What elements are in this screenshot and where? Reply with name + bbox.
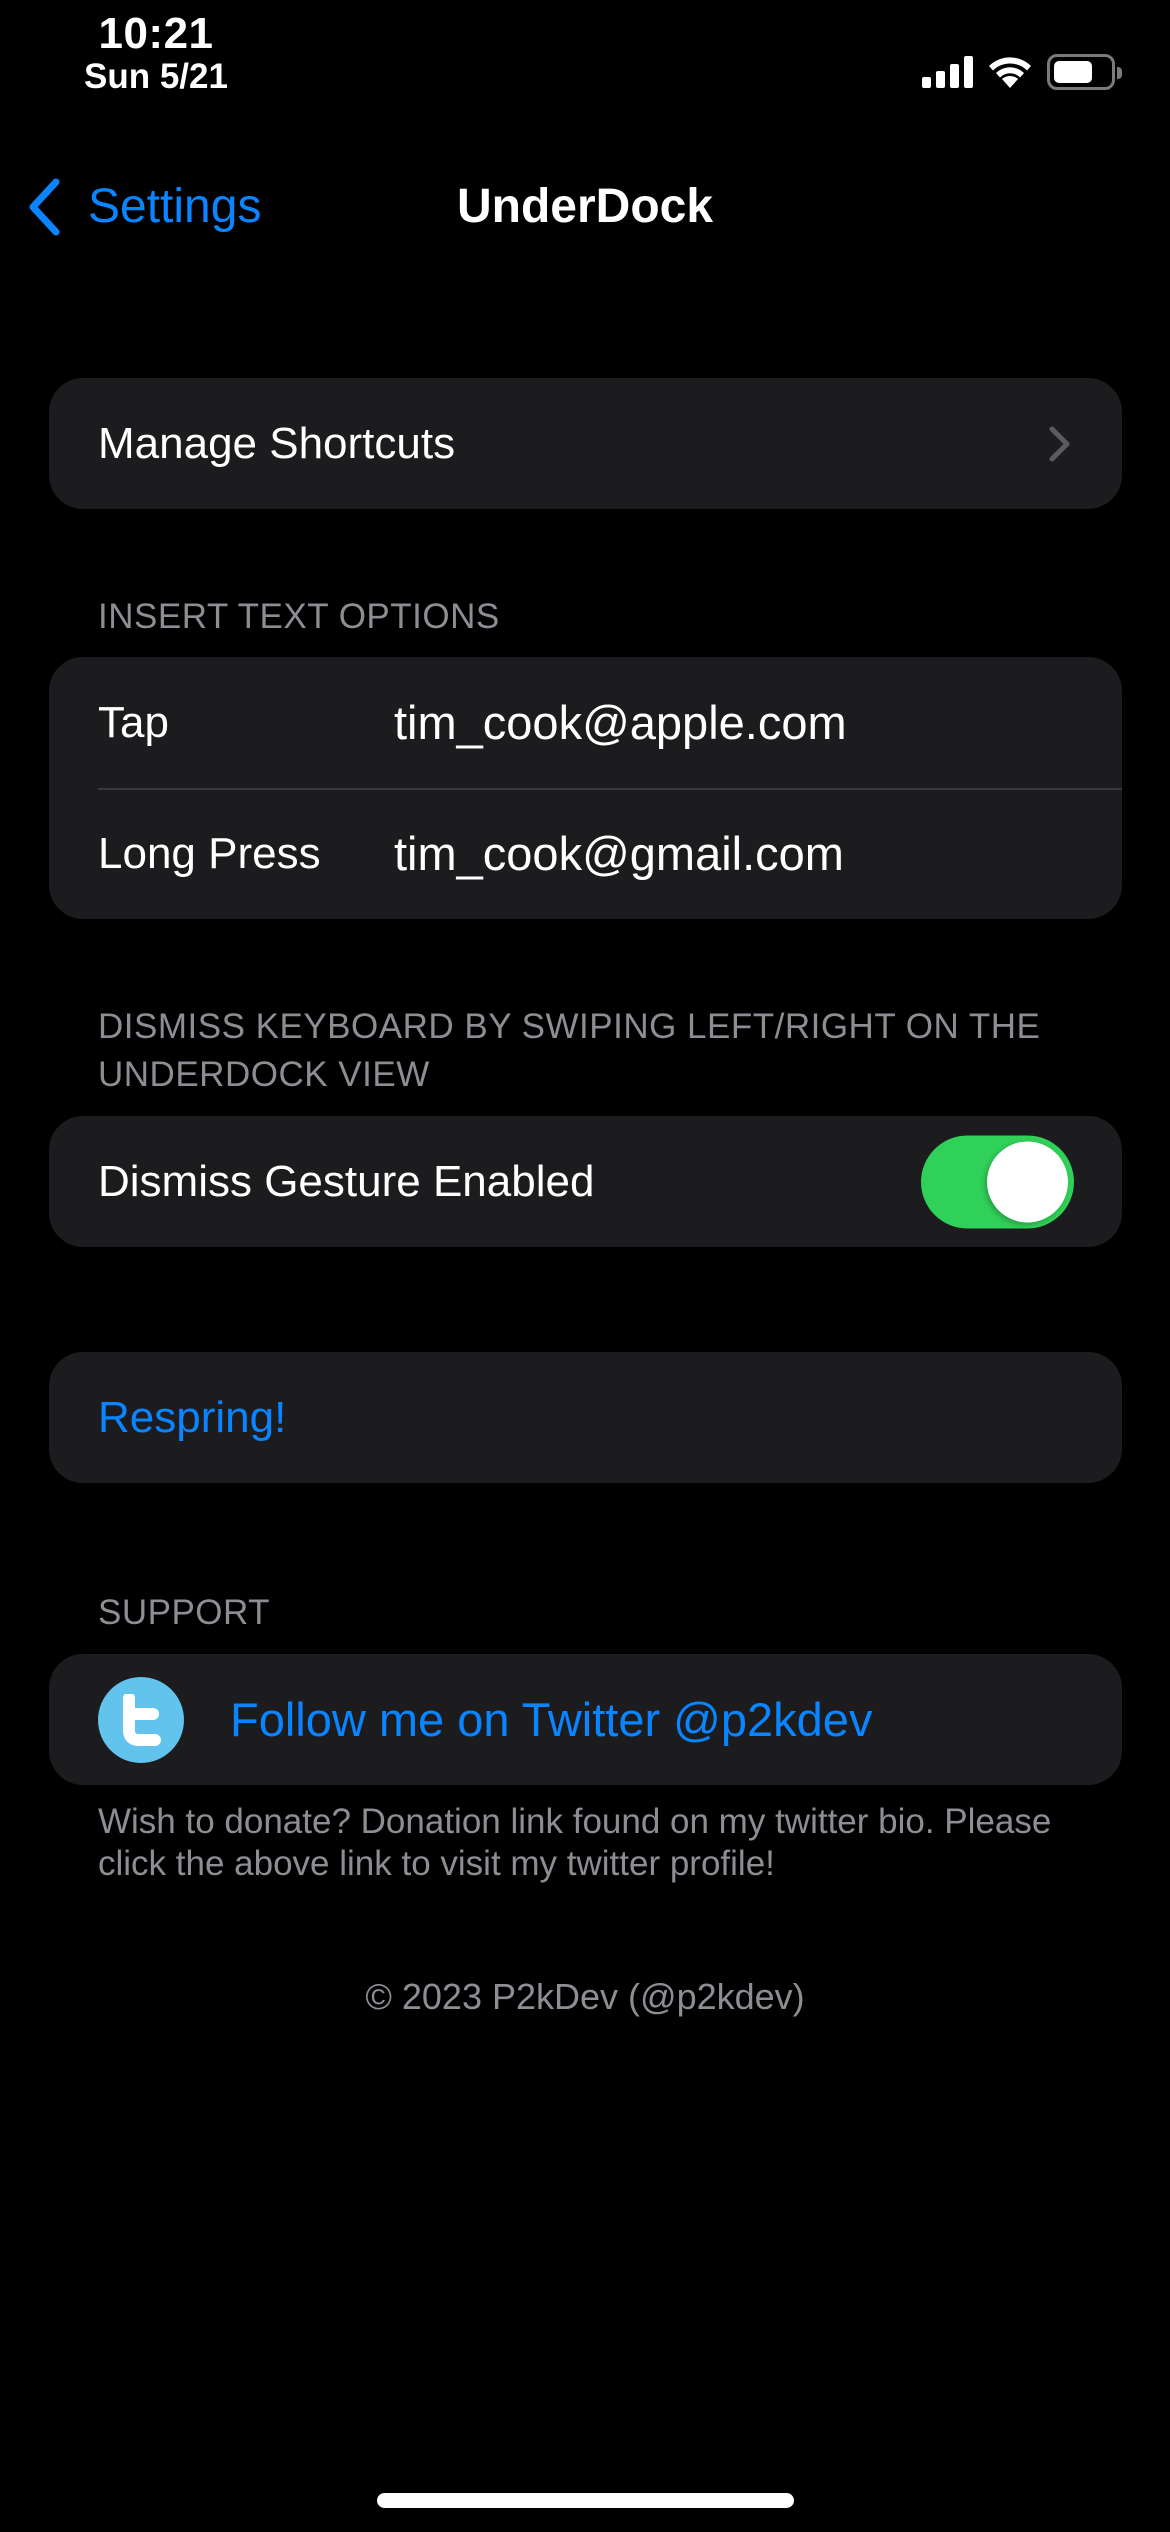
dismiss-gesture-card: Dismiss Gesture Enabled xyxy=(49,1116,1122,1247)
tap-label: Tap xyxy=(98,697,169,747)
twitter-icon xyxy=(98,1676,184,1763)
dismiss-gesture-toggle[interactable] xyxy=(921,1135,1074,1228)
wifi-icon xyxy=(987,55,1033,89)
cellular-signal-icon xyxy=(922,56,973,88)
support-header: SUPPORT xyxy=(98,1593,271,1632)
insert-text-options-header: INSERT TEXT OPTIONS xyxy=(98,597,500,636)
long-press-row[interactable]: Long Press tim_cook@gmail.com xyxy=(49,788,1122,919)
shortcuts-card: Manage Shortcuts xyxy=(49,378,1122,509)
respring-button[interactable]: Respring! xyxy=(49,1352,1122,1483)
tap-text-field[interactable]: tim_cook@apple.com xyxy=(394,695,847,750)
twitter-link-row[interactable]: Follow me on Twitter @p2kdev xyxy=(49,1654,1122,1785)
twitter-link[interactable]: Follow me on Twitter @p2kdev xyxy=(230,1692,872,1747)
tap-row[interactable]: Tap tim_cook@apple.com xyxy=(49,657,1122,788)
support-footer-text: Wish to donate? Donation link found on m… xyxy=(98,1802,1052,1883)
status-date: Sun 5/21 xyxy=(84,57,228,96)
dismiss-gesture-label: Dismiss Gesture Enabled xyxy=(98,1156,595,1206)
manage-shortcuts-label: Manage Shortcuts xyxy=(98,418,456,468)
insert-text-options-card: Tap tim_cook@apple.com Long Press tim_co… xyxy=(49,657,1122,919)
dismiss-gesture-row: Dismiss Gesture Enabled xyxy=(49,1116,1122,1247)
page-title: UnderDock xyxy=(456,180,714,233)
copyright-text: © 2023 P2kDev (@p2kdev) xyxy=(365,1976,805,2017)
status-bar-clock: 10:21 Sun 5/21 xyxy=(0,10,312,96)
status-bar-icons xyxy=(922,52,1122,92)
chevron-right-icon xyxy=(1049,426,1070,461)
battery-level xyxy=(1054,61,1092,83)
respring-label: Respring! xyxy=(98,1392,287,1442)
battery-icon xyxy=(1047,54,1122,90)
toggle-knob xyxy=(987,1141,1068,1222)
dismiss-keyboard-header: DISMISS KEYBOARD BY SWIPING LEFT/RIGHT O… xyxy=(98,1007,1041,1094)
long-press-label: Long Press xyxy=(98,828,321,878)
support-card: Follow me on Twitter @p2kdev xyxy=(49,1654,1122,1785)
respring-card: Respring! xyxy=(49,1352,1122,1483)
status-time: 10:21 xyxy=(98,9,214,58)
manage-shortcuts-row[interactable]: Manage Shortcuts xyxy=(49,378,1122,509)
home-indicator[interactable] xyxy=(377,2493,794,2508)
long-press-text-field[interactable]: tim_cook@gmail.com xyxy=(394,826,844,881)
